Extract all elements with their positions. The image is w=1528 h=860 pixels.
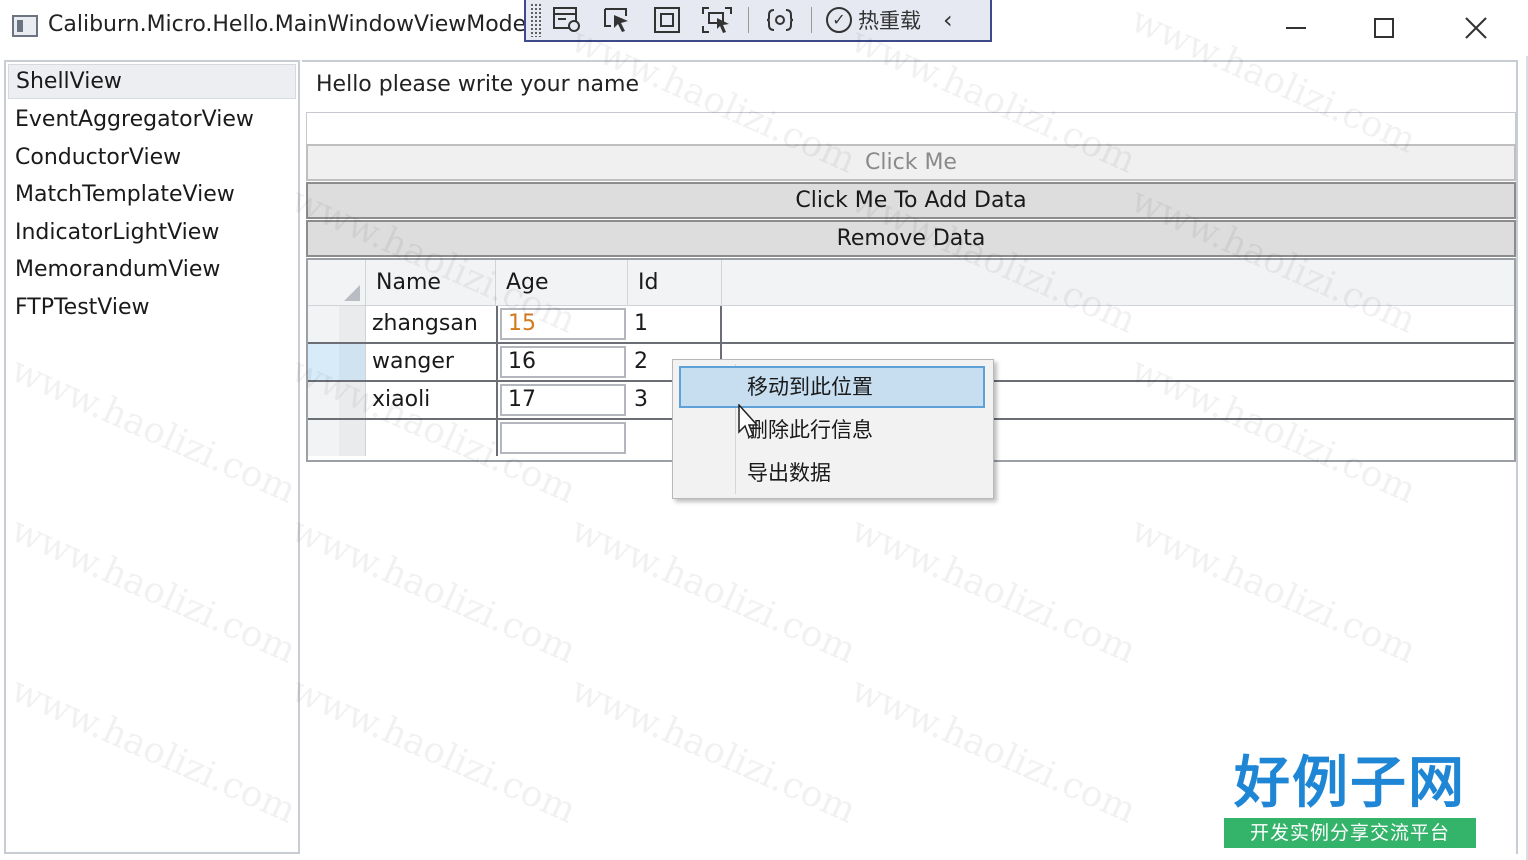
- cell-age-editor[interactable]: 17: [500, 384, 626, 416]
- live-visual-tree-icon[interactable]: [542, 2, 592, 38]
- logo-title: 好例子网: [1234, 751, 1466, 816]
- check-icon: ✓: [826, 7, 852, 33]
- app-icon: [12, 15, 38, 37]
- xaml-debug-toolbar: ✓ 热重载 ‹: [524, 0, 992, 42]
- row-header[interactable]: [308, 306, 366, 342]
- cell-id[interactable]: 1: [628, 306, 722, 342]
- select-all-corner[interactable]: [308, 260, 366, 306]
- column-header-name[interactable]: Name: [366, 260, 496, 306]
- remove-data-button[interactable]: Remove Data: [306, 220, 1516, 257]
- name-input[interactable]: [306, 112, 1516, 146]
- mouse-pointer-icon: [738, 404, 758, 439]
- view-list: ShellView EventAggregatorView ConductorV…: [4, 60, 300, 854]
- sidebar-item-conductorview[interactable]: ConductorView: [6, 139, 298, 177]
- sidebar-item-shellview[interactable]: ShellView: [8, 64, 296, 99]
- cell-name[interactable]: [366, 420, 498, 456]
- logo-tagline: 开发实例分享交流平台: [1224, 818, 1476, 848]
- sidebar-item-memorandumview[interactable]: MemorandumView: [6, 251, 298, 289]
- display-layout-adorners-icon[interactable]: [642, 2, 692, 38]
- hot-reload-label: 热重载: [858, 9, 921, 33]
- row-context-menu: 移动到此位置 删除此行信息 导出数据: [672, 359, 994, 499]
- cell-age-editor[interactable]: 15: [500, 308, 626, 340]
- grid-header: Name Age Id: [308, 260, 1514, 306]
- column-header-age[interactable]: Age: [496, 260, 628, 306]
- row-header[interactable]: [308, 420, 366, 456]
- select-element-icon[interactable]: [592, 2, 642, 38]
- sidebar-item-ftptestview[interactable]: FTPTestView: [6, 289, 298, 327]
- menu-item-move-here[interactable]: 移动到此位置: [679, 366, 985, 408]
- collapse-toolbar-icon[interactable]: ‹: [943, 6, 953, 34]
- cell-name[interactable]: zhangsan: [366, 306, 498, 342]
- cell-name[interactable]: wanger: [366, 344, 498, 380]
- cell-name[interactable]: xiaoli: [366, 382, 498, 418]
- track-focus-icon[interactable]: [692, 2, 742, 38]
- column-header-id[interactable]: Id: [628, 260, 722, 306]
- toolbar-separator: [748, 7, 749, 33]
- toolbar-separator: [811, 7, 812, 33]
- site-logo: 好例子网 开发实例分享交流平台: [1224, 752, 1476, 852]
- menu-item-export-data[interactable]: 导出数据: [679, 452, 985, 494]
- toolbar-grip-icon[interactable]: [530, 3, 542, 37]
- name-prompt-label: Hello please write your name: [316, 72, 639, 97]
- row-header[interactable]: [308, 344, 366, 380]
- hot-reload-button[interactable]: ✓ 热重载: [818, 5, 929, 35]
- maximize-icon: [1374, 18, 1394, 38]
- minimize-icon: [1286, 27, 1306, 29]
- sidebar-item-eventaggregatorview[interactable]: EventAggregatorView: [6, 101, 298, 139]
- binding-failures-icon[interactable]: [755, 2, 805, 38]
- close-icon: [1465, 17, 1487, 39]
- table-row[interactable]: zhangsan 15 1: [308, 306, 1514, 344]
- add-data-button[interactable]: Click Me To Add Data: [306, 182, 1516, 219]
- row-header[interactable]: [308, 382, 366, 418]
- menu-item-delete-row[interactable]: 删除此行信息: [679, 409, 985, 451]
- title-bar[interactable]: Caliburn.Micro.Hello.MainWindowViewModel…: [0, 0, 1528, 56]
- minimize-button[interactable]: [1266, 8, 1326, 48]
- cell-age-editor[interactable]: [500, 422, 626, 454]
- main-window: Caliburn.Micro.Hello.MainWindowViewModel…: [0, 0, 1528, 860]
- maximize-button[interactable]: [1354, 8, 1414, 48]
- cell-age-editor[interactable]: 16: [500, 346, 626, 378]
- click-me-button[interactable]: Click Me: [306, 144, 1516, 181]
- close-button[interactable]: [1446, 8, 1506, 48]
- sidebar-item-indicatorlightview[interactable]: IndicatorLightView: [6, 214, 298, 252]
- window-title: Caliburn.Micro.Hello.MainWindowViewModel: [48, 12, 524, 37]
- sidebar-item-matchtemplateview[interactable]: MatchTemplateView: [6, 176, 298, 214]
